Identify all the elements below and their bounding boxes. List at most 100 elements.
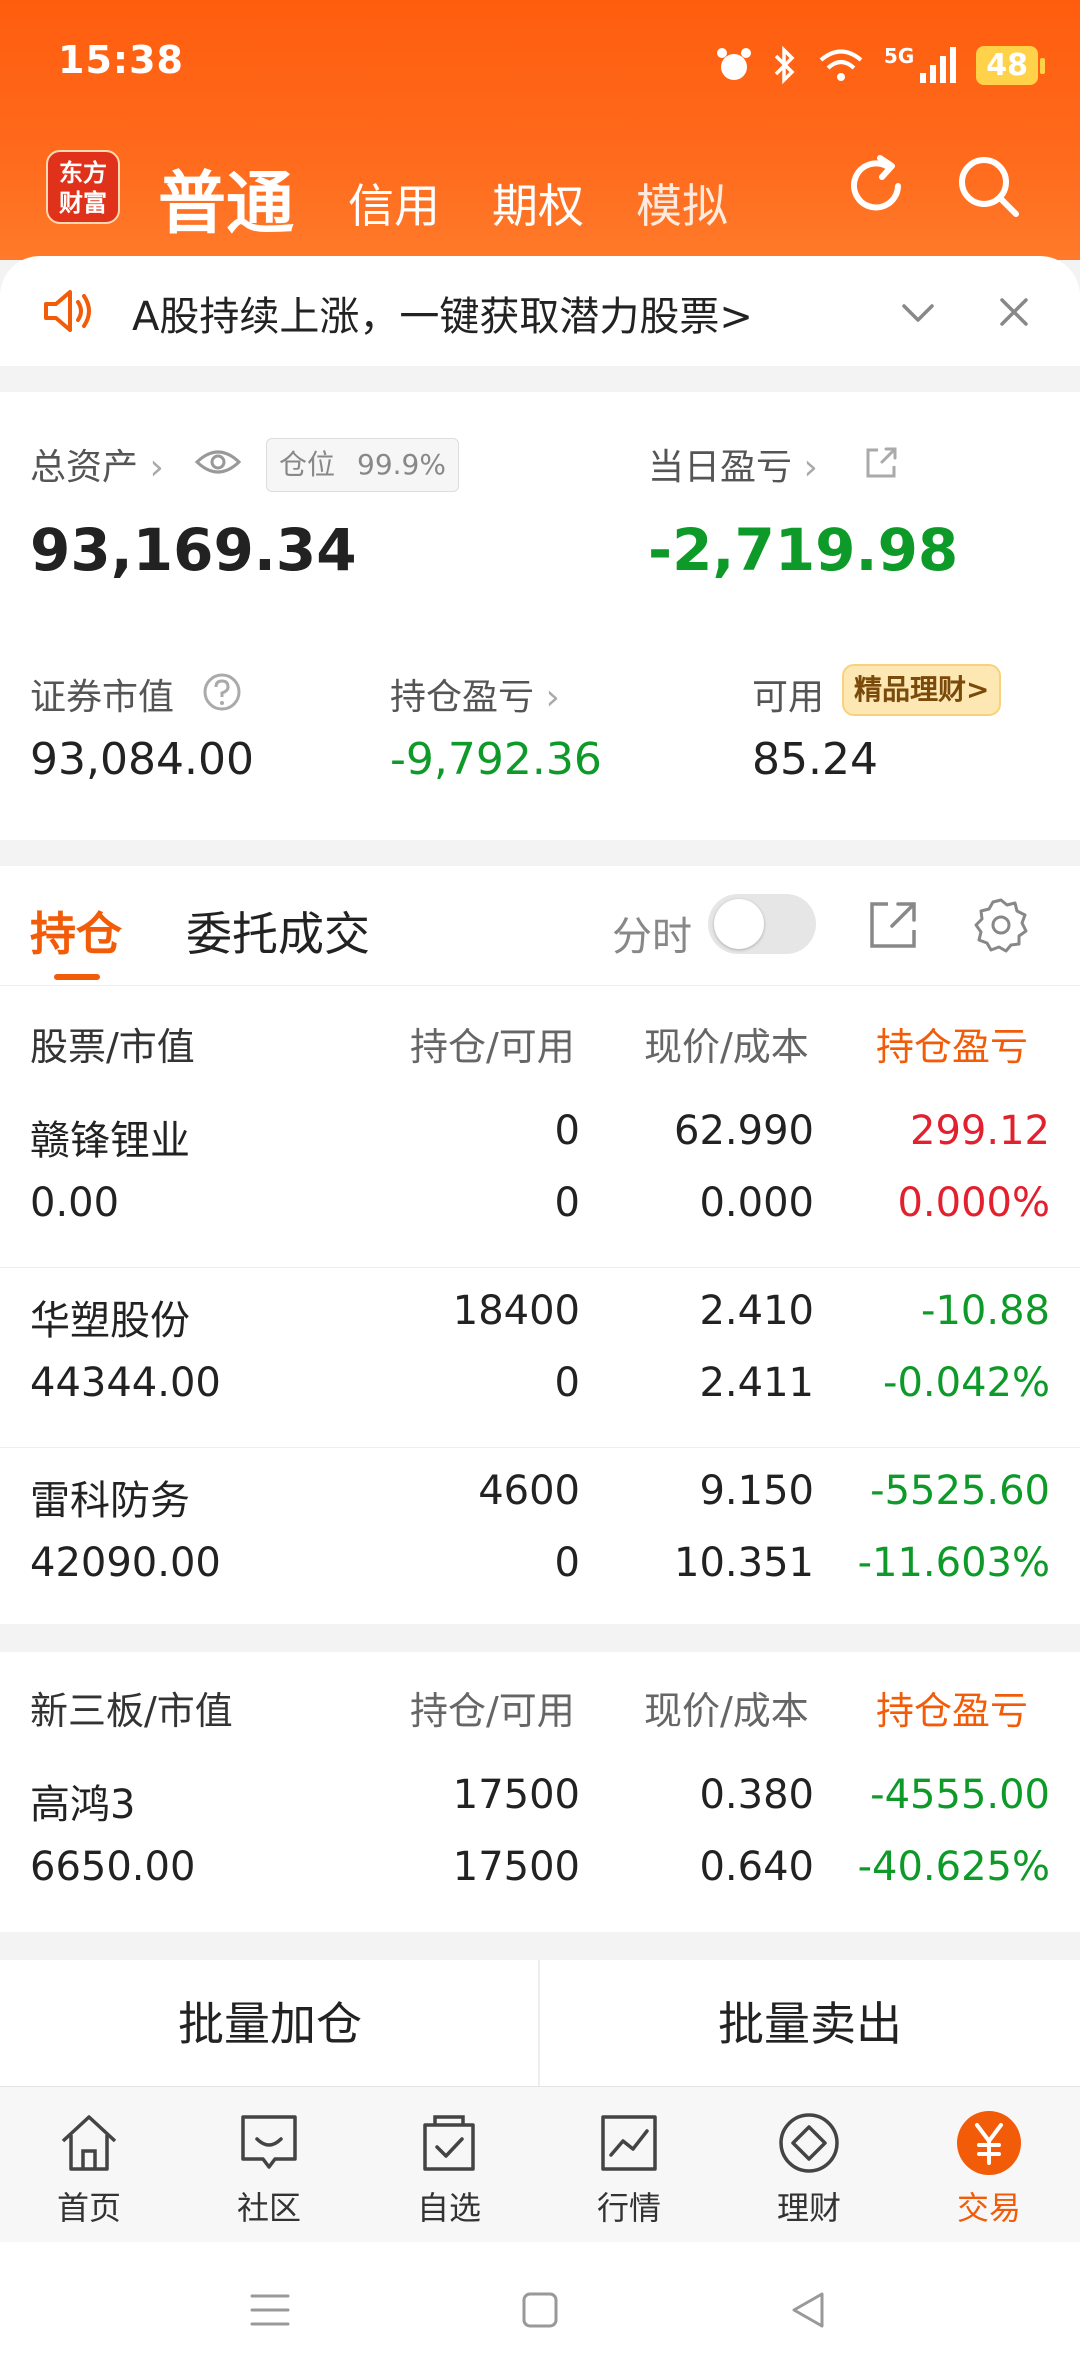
col-stock: 股票/市值: [30, 1025, 195, 1069]
refresh-icon[interactable]: [840, 150, 912, 222]
stock-pl-pct: 0.000%: [897, 1180, 1050, 1226]
app-logo: 东方财富: [46, 150, 120, 224]
battery-indicator: 48: [976, 45, 1045, 85]
nav-finance[interactable]: 理财: [749, 2109, 869, 2229]
stock-available: 17500: [452, 1844, 580, 1890]
stock-market-value: 6650.00: [30, 1844, 196, 1890]
settings-icon[interactable]: [972, 896, 1030, 954]
tab-normal[interactable]: 普通: [158, 148, 294, 247]
tab-options[interactable]: 期权: [492, 170, 584, 236]
batch-add-button[interactable]: 批量加仓: [0, 1960, 540, 2088]
stock-hold: 17500: [452, 1772, 580, 1818]
nav-community[interactable]: 社区: [209, 2109, 329, 2229]
table-row[interactable]: 华塑股份 44344.00 18400 0 2.410 2.411 -10.88…: [0, 1268, 1080, 1448]
hold-pl-label[interactable]: 持仓盈亏 ›: [390, 668, 560, 720]
nav-finance-label: 理财: [776, 2189, 841, 2227]
nav-home[interactable]: 首页: [29, 2109, 149, 2229]
position-tabs: 持仓 委托成交 分时: [0, 866, 1080, 986]
stock-price: 9.150: [699, 1468, 814, 1514]
tab-holdings[interactable]: 持仓: [30, 898, 122, 964]
col-price: 现价/成本: [644, 1689, 809, 1733]
eye-icon[interactable]: [194, 442, 242, 482]
total-assets-label[interactable]: 总资产 ›: [30, 438, 164, 490]
stock-hold: 4600: [478, 1468, 580, 1514]
notice-text[interactable]: A股持续上涨，一键获取潜力股票>: [132, 284, 753, 342]
stock-available: 0: [554, 1180, 580, 1226]
close-icon[interactable]: [994, 292, 1034, 332]
table-row[interactable]: 赣锋锂业 0.00 0 0 62.990 0.000 299.12 0.000%: [0, 1088, 1080, 1268]
chevron-down-icon[interactable]: [898, 292, 938, 332]
table-row[interactable]: 雷科防务 42090.00 4600 0 9.150 10.351 -5525.…: [0, 1448, 1080, 1628]
nav-trade[interactable]: 交易: [929, 2109, 1049, 2229]
status-bar: 15:38 5G 48: [0, 0, 1080, 130]
tab-simulation[interactable]: 模拟: [636, 170, 728, 236]
toggle-knob: [714, 899, 764, 949]
stock-price: 2.410: [699, 1288, 814, 1334]
col-pl[interactable]: 持仓盈亏: [876, 1016, 1048, 1071]
stock-price: 0.380: [699, 1772, 814, 1818]
help-icon[interactable]: [202, 672, 242, 712]
stock-name: 华塑股份: [30, 1298, 190, 1344]
nav-market-label: 行情: [596, 2189, 661, 2227]
daily-pl-value: -2,719.98: [648, 516, 959, 584]
diamond-icon: [779, 2113, 839, 2173]
stock-name: 高鸿3: [30, 1782, 136, 1828]
stock-market-value: 0.00: [30, 1180, 120, 1226]
time-share-toggle[interactable]: [708, 894, 816, 954]
market-value: 93,084.00: [30, 734, 254, 785]
chat-icon: [241, 2115, 297, 2169]
nav-watchlist[interactable]: 自选: [389, 2109, 509, 2229]
positions-panel: 持仓 委托成交 分时 股票/市值 持仓/可用 现价/成本 持仓盈亏 赣锋锂业 0…: [0, 866, 1080, 1624]
speaker-icon: [44, 290, 91, 332]
share-icon[interactable]: [862, 444, 900, 482]
stock-available: 0: [554, 1360, 580, 1406]
table-row[interactable]: 高鸿3 6650.00 17500 17500 0.380 0.640 -455…: [0, 1752, 1080, 1932]
available-value: 85.24: [752, 734, 878, 785]
status-time: 15:38: [58, 38, 184, 82]
signal-icon: [920, 47, 957, 83]
market-value-label: 证券市值: [30, 677, 175, 718]
home-square-icon[interactable]: [518, 2288, 562, 2332]
search-icon[interactable]: [952, 150, 1024, 222]
chart-icon: [601, 2115, 657, 2171]
stock-table-header: 股票/市值 持仓/可用 现价/成本 持仓盈亏: [0, 988, 1080, 1088]
position-ratio-value: 99.9%: [357, 448, 446, 481]
daily-pl-text: 当日盈亏: [648, 447, 793, 488]
bottom-nav: 首页 社区 自选 行情 理财 交易: [0, 2086, 1080, 2242]
stock-price: 62.990: [674, 1108, 814, 1154]
stock-pl: -10.88: [921, 1288, 1050, 1334]
bluetooth-icon: [774, 45, 795, 85]
col-hold: 持仓/可用: [410, 1025, 575, 1069]
otc-table-header: 新三板/市值 持仓/可用 现价/成本 持仓盈亏: [0, 1652, 1080, 1752]
menu-icon[interactable]: [248, 2288, 292, 2332]
notice-banner[interactable]: A股持续上涨，一键获取潜力股票>: [0, 256, 1080, 366]
stock-cost: 0.000: [699, 1180, 814, 1226]
status-icons: 5G 48: [714, 40, 1045, 90]
daily-pl-label[interactable]: 当日盈亏 ›: [648, 438, 818, 490]
stock-pl-pct: -0.042%: [883, 1360, 1050, 1406]
account-type-nav: 东方财富 普通 信用 期权 模拟: [0, 140, 1080, 250]
stock-pl: -4555.00: [870, 1772, 1050, 1818]
position-ratio-pill: 仓位 99.9%: [266, 438, 459, 492]
asset-summary: 总资产 › 仓位 99.9% 93,169.34 当日盈亏 › -2,719.9…: [0, 392, 1080, 840]
batch-sell-button[interactable]: 批量卖出: [540, 1960, 1080, 2088]
nav-watchlist-label: 自选: [416, 2189, 481, 2227]
col-price: 现价/成本: [644, 1025, 809, 1069]
tab-orders[interactable]: 委托成交: [186, 898, 370, 964]
stock-pl: 299.12: [910, 1108, 1050, 1154]
stock-cost: 0.640: [699, 1844, 814, 1890]
stock-market-value: 44344.00: [30, 1360, 221, 1406]
tab-credit[interactable]: 信用: [348, 170, 440, 236]
total-assets-value: 93,169.34: [30, 516, 357, 584]
hold-pl-text: 持仓盈亏: [390, 677, 535, 718]
external-link-icon[interactable]: [866, 898, 920, 952]
batch-divider: [538, 1960, 540, 2088]
finance-badge[interactable]: 精品理财>: [842, 664, 1002, 716]
home-icon: [61, 2115, 117, 2171]
total-assets-text: 总资产: [30, 447, 139, 488]
hold-pl-value: -9,792.36: [390, 734, 602, 785]
nav-market[interactable]: 行情: [569, 2109, 689, 2229]
nav-community-label: 社区: [236, 2189, 301, 2227]
back-icon[interactable]: [786, 2288, 830, 2332]
col-pl[interactable]: 持仓盈亏: [876, 1680, 1048, 1735]
